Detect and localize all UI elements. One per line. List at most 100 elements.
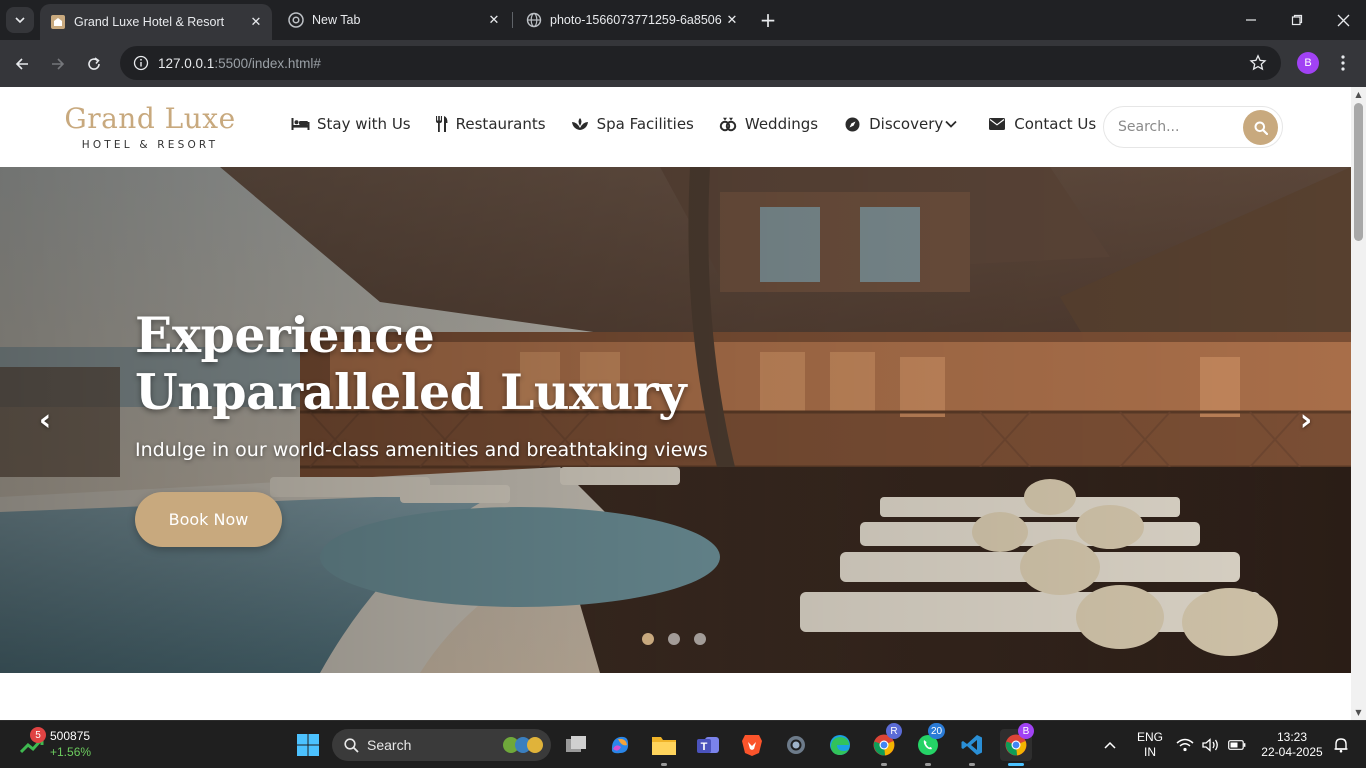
tab-new-tab[interactable]: New Tab ✕ xyxy=(278,4,510,36)
new-tab-button[interactable]: + xyxy=(756,8,780,32)
hero-subtitle: Indulge in our world-class amenities and… xyxy=(135,439,708,461)
logo-tagline: HOTEL & RESORT xyxy=(81,139,219,151)
system-tray-status[interactable] xyxy=(1176,729,1246,761)
language-indicator[interactable]: ENG IN xyxy=(1132,730,1168,760)
scrollbar-thumb[interactable] xyxy=(1354,103,1363,241)
file-explorer-icon[interactable] xyxy=(648,729,680,766)
forward-button[interactable] xyxy=(44,50,72,78)
taskbar-search-label: Search xyxy=(367,737,412,753)
tab-title: Grand Luxe Hotel & Resort xyxy=(74,15,225,29)
svg-text:T: T xyxy=(701,741,708,753)
whatsapp-icon[interactable]: 20 xyxy=(912,723,946,766)
minimize-icon xyxy=(1246,19,1256,21)
slider-dot[interactable] xyxy=(694,633,706,645)
tab-separator xyxy=(512,12,513,28)
compass-icon xyxy=(842,115,862,133)
scroll-up-icon[interactable]: ▲ xyxy=(1354,90,1363,99)
nav-label: Spa Facilities xyxy=(596,115,694,133)
site-info-icon[interactable] xyxy=(132,54,150,72)
settings-gear-icon[interactable] xyxy=(780,729,812,761)
arrow-right-icon xyxy=(52,58,65,70)
tab-grand-luxe[interactable]: Grand Luxe Hotel & Resort ✕ xyxy=(40,4,272,40)
profile-avatar[interactable]: B xyxy=(1297,52,1319,74)
tab-search-button[interactable] xyxy=(6,7,34,33)
browser-menu-icon[interactable] xyxy=(1333,53,1353,73)
show-hidden-icons-button[interactable] xyxy=(1096,729,1124,761)
nav-weddings[interactable]: Weddings xyxy=(718,115,818,133)
browser-toolbar: 127.0.0.1:5500/index.html# B xyxy=(0,40,1366,87)
taskbar-search[interactable]: Search xyxy=(332,729,551,761)
reload-button[interactable] xyxy=(80,50,108,78)
scroll-down-icon[interactable]: ▼ xyxy=(1354,708,1363,717)
running-indicator xyxy=(969,763,975,766)
clock[interactable]: 13:23 22-04-2025 xyxy=(1256,730,1328,760)
stock-badge: 5 xyxy=(30,727,46,743)
language-code: ENG xyxy=(1136,730,1163,744)
copilot-icon[interactable] xyxy=(604,729,636,761)
chrome-profile-r-icon[interactable]: R xyxy=(868,723,902,766)
restore-icon xyxy=(1291,14,1303,26)
notifications-icon[interactable] xyxy=(1330,729,1352,761)
edge-browser-icon[interactable] xyxy=(824,729,856,761)
nav-restaurants[interactable]: Restaurants xyxy=(435,115,546,133)
restore-button[interactable] xyxy=(1274,0,1320,40)
close-tab-icon[interactable]: ✕ xyxy=(484,10,504,30)
bookmark-star-icon[interactable] xyxy=(1249,54,1267,76)
site-logo[interactable]: Grand Luxe HOTEL & RESORT xyxy=(64,101,236,151)
envelope-icon xyxy=(987,115,1007,133)
vscode-icon[interactable] xyxy=(956,729,988,766)
nav-discovery[interactable]: Discovery xyxy=(842,115,957,133)
slider-prev-button[interactable]: ‹ xyxy=(33,403,57,438)
slider-dot[interactable] xyxy=(642,633,654,645)
volume-icon xyxy=(1202,738,1218,752)
task-view-icon[interactable] xyxy=(560,729,592,761)
nav-label: Contact Us xyxy=(1014,115,1097,133)
region-code: IN xyxy=(1144,745,1156,759)
search-icon xyxy=(344,737,359,753)
slider-dot[interactable] xyxy=(668,633,680,645)
nav-contact-us[interactable]: Contact Us xyxy=(987,115,1096,133)
tab-photo[interactable]: photo-1566073771259-6a8506 ✕ xyxy=(516,4,748,36)
search-icon xyxy=(1254,121,1268,135)
slider-next-button[interactable]: › xyxy=(1294,403,1318,438)
search-button[interactable] xyxy=(1243,110,1278,145)
search-input[interactable] xyxy=(1118,117,1238,137)
hotel-favicon-icon xyxy=(50,14,66,30)
start-button[interactable] xyxy=(292,729,324,761)
battery-icon xyxy=(1228,740,1246,750)
nav-spa-facilities[interactable]: Spa Facilities xyxy=(570,115,694,133)
main-nav: Stay with Us Restaurants Spa Facilities … xyxy=(290,115,1096,133)
close-window-button[interactable] xyxy=(1320,0,1366,40)
stock-widget[interactable]: 5 500875 +1.56% xyxy=(18,727,108,762)
wifi-icon xyxy=(1176,738,1194,752)
browser-tab-strip: Grand Luxe Hotel & Resort ✕ New Tab ✕ ph… xyxy=(0,0,1366,40)
clock-time: 13:23 xyxy=(1276,730,1308,744)
chrome-active-badge: B xyxy=(1018,723,1034,739)
running-indicator xyxy=(881,763,887,766)
site-header: Grand Luxe HOTEL & RESORT Stay with Us R… xyxy=(0,87,1351,167)
minimize-button[interactable] xyxy=(1228,0,1274,40)
url-text: 127.0.0.1:5500/index.html# xyxy=(158,55,321,71)
hero-title: Experience Unparalleled Luxury xyxy=(135,306,687,421)
clock-date: 22-04-2025 xyxy=(1261,745,1323,759)
chrome-active-icon[interactable]: B xyxy=(1000,723,1034,766)
chevron-down-icon xyxy=(945,119,957,129)
address-bar[interactable]: 127.0.0.1:5500/index.html# xyxy=(120,46,1281,80)
nav-stay-with-us[interactable]: Stay with Us xyxy=(290,115,411,133)
search-highlight-icon xyxy=(503,737,543,753)
slider-indicators xyxy=(642,633,706,645)
page-scrollbar[interactable]: ▲ ▼ xyxy=(1351,87,1366,720)
running-indicator xyxy=(661,763,667,766)
globe-icon xyxy=(526,12,542,28)
book-now-button[interactable]: Book Now xyxy=(135,492,282,547)
running-indicator xyxy=(925,763,931,766)
utensils-icon xyxy=(435,115,449,133)
close-tab-icon[interactable]: ✕ xyxy=(722,10,742,30)
teams-icon[interactable]: T xyxy=(692,729,724,761)
close-icon xyxy=(1337,14,1349,26)
close-tab-icon[interactable]: ✕ xyxy=(246,12,266,32)
brave-browser-icon[interactable] xyxy=(736,729,768,761)
chrome-profile-badge: R xyxy=(886,723,902,739)
spa-icon xyxy=(570,115,590,133)
back-button[interactable] xyxy=(8,50,36,78)
